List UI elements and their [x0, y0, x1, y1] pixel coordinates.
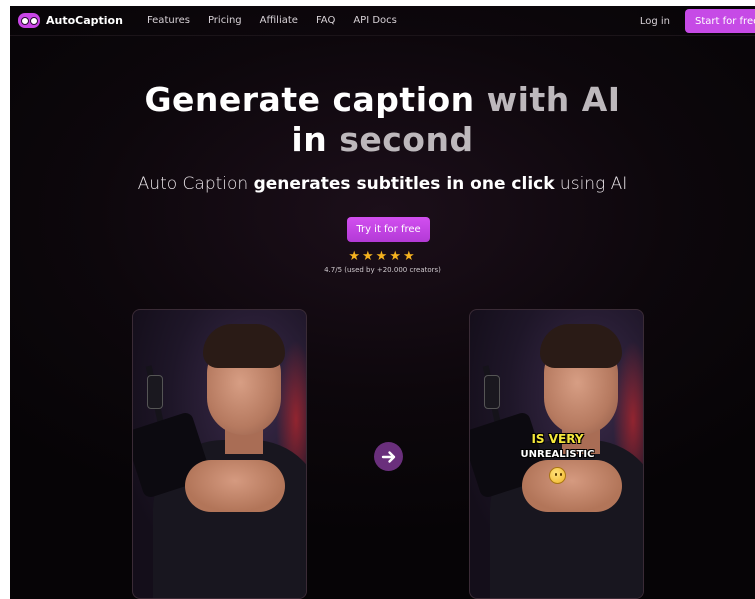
person-hands [522, 460, 622, 512]
nav-link-pricing[interactable]: Pricing [208, 15, 242, 26]
subtitle-pre: Auto Caption [137, 174, 254, 194]
star-rating-icon: ★★★★★ [348, 249, 417, 264]
hero-subtitle: Auto Caption generates subtitles in one … [10, 174, 755, 194]
nav-link-faq[interactable]: FAQ [316, 15, 335, 26]
nav-links: Features Pricing Affiliate FAQ API Docs [147, 15, 415, 26]
generated-caption: IS VERY UNREALISTIC [470, 432, 643, 462]
arrow-right-icon[interactable] [374, 442, 403, 471]
top-navbar: AutoCaption Features Pricing Affiliate F… [10, 6, 755, 36]
person-hands [185, 460, 285, 512]
caption-line-2: UNREALISTIC [520, 449, 595, 460]
brand-logo[interactable]: AutoCaption [18, 13, 123, 28]
arrow-right-svg [381, 450, 395, 463]
video-after[interactable]: IS VERY UNREALISTIC [469, 309, 644, 599]
headline-part-1: Generate caption [144, 80, 487, 119]
subtitle-bold: generates subtitles in one click [253, 174, 555, 194]
login-link[interactable]: Log in [640, 16, 670, 27]
start-for-free-button[interactable]: Start for free [685, 9, 755, 33]
headline-part-4: second [339, 120, 474, 159]
hero-headline: Generate caption with AI in second [10, 80, 755, 160]
video-before[interactable] [132, 309, 307, 599]
rating-text: 4.7/5 (used by +20.000 creators) [324, 266, 441, 274]
headline-part-3: in [291, 120, 340, 159]
autocaption-logo-icon [18, 13, 40, 28]
person-hair [203, 324, 285, 368]
nav-link-affiliate[interactable]: Affiliate [260, 15, 298, 26]
headline-part-2: with AI [486, 80, 621, 119]
person-hair [540, 324, 622, 368]
page-frame: AutoCaption Features Pricing Affiliate F… [10, 6, 755, 599]
nav-link-api-docs[interactable]: API Docs [353, 15, 397, 26]
caption-line-1: IS VERY [531, 432, 584, 446]
try-it-for-free-button[interactable]: Try it for free [347, 217, 430, 242]
brand-name: AutoCaption [46, 14, 123, 27]
nav-link-features[interactable]: Features [147, 15, 190, 26]
nav-actions: Log in Start for free [640, 9, 755, 33]
subtitle-post: using AI [554, 174, 628, 194]
smiling-emoji-icon [549, 467, 566, 484]
